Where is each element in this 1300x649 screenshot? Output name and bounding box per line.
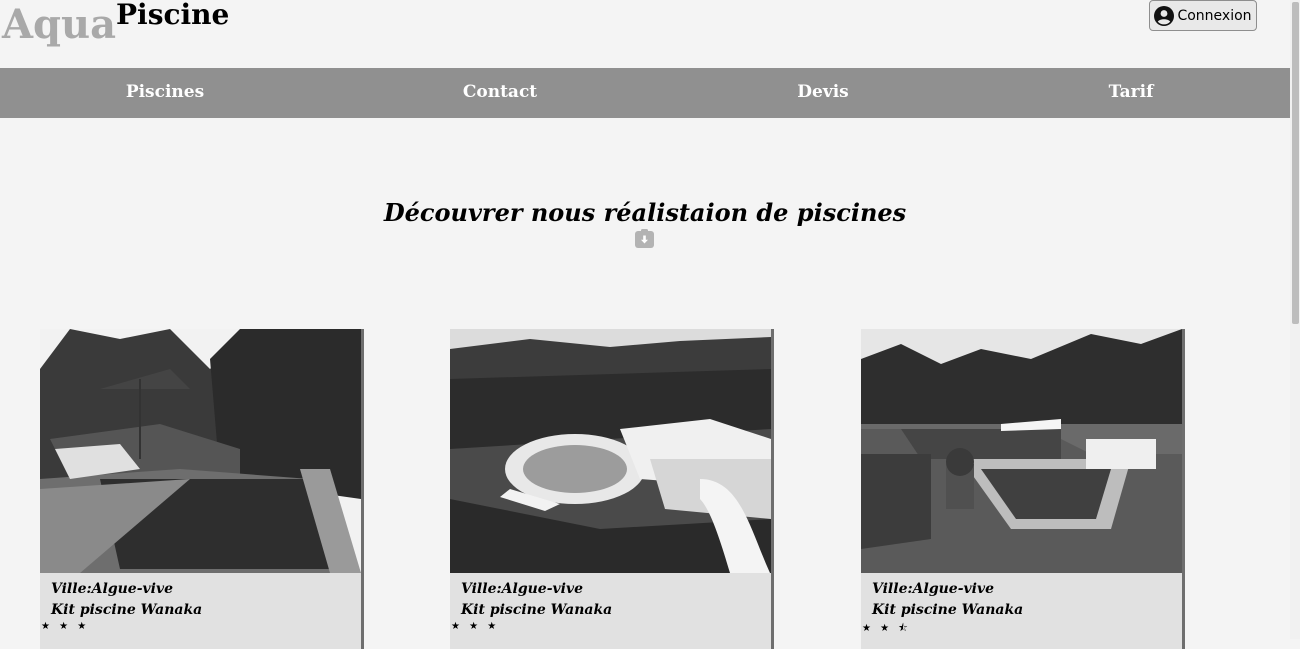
star-rating: ★ ★ ★ <box>451 621 500 632</box>
nav-item-devis[interactable]: Devis <box>797 68 848 118</box>
pool-card-1[interactable]: Ville:Algue-vive Kit piscine Wanaka ★ ★ … <box>40 329 364 649</box>
pool-photo-2 <box>450 329 771 573</box>
card-city: Ville:Algue-vive <box>51 581 174 597</box>
star-rating: ★ ★ ⯪ <box>862 623 911 634</box>
logo-aqua[interactable]: Aqua <box>2 3 116 47</box>
login-label: Connexion <box>1177 7 1252 24</box>
card-kit-name: Kit piscine Wanaka <box>872 602 1024 618</box>
page-headline: Découvrer nous réalistaion de piscines <box>383 198 907 227</box>
page-scrollbar[interactable] <box>1290 0 1300 639</box>
nav-item-piscines[interactable]: Piscines <box>126 68 204 118</box>
pool-card-2[interactable]: Ville:Algue-vive Kit piscine Wanaka ★ ★ … <box>450 329 774 649</box>
card-city: Ville:Algue-vive <box>872 581 995 597</box>
nav-item-tarif[interactable]: Tarif <box>1109 68 1154 118</box>
logo-piscine[interactable]: Piscine <box>116 0 229 30</box>
card-kit-name: Kit piscine Wanaka <box>461 602 613 618</box>
download-arrow-icon[interactable] <box>635 229 654 248</box>
login-button[interactable]: Connexion <box>1149 0 1257 31</box>
nav-item-contact[interactable]: Contact <box>463 68 537 118</box>
star-rating: ★ ★ ★ <box>41 621 90 632</box>
pool-photo-1 <box>40 329 361 573</box>
main-nav: Piscines Contact Devis Tarif <box>0 68 1290 118</box>
user-circle-icon <box>1154 5 1175 26</box>
pool-card-3[interactable]: Ville:Algue-vive Kit piscine Wanaka ★ ★ … <box>861 329 1185 649</box>
card-city: Ville:Algue-vive <box>461 581 584 597</box>
site-header: Aqua Piscine Connexion <box>0 0 1290 68</box>
card-kit-name: Kit piscine Wanaka <box>51 602 203 618</box>
pool-photo-3 <box>861 329 1182 573</box>
scrollbar-thumb[interactable] <box>1292 2 1299 324</box>
